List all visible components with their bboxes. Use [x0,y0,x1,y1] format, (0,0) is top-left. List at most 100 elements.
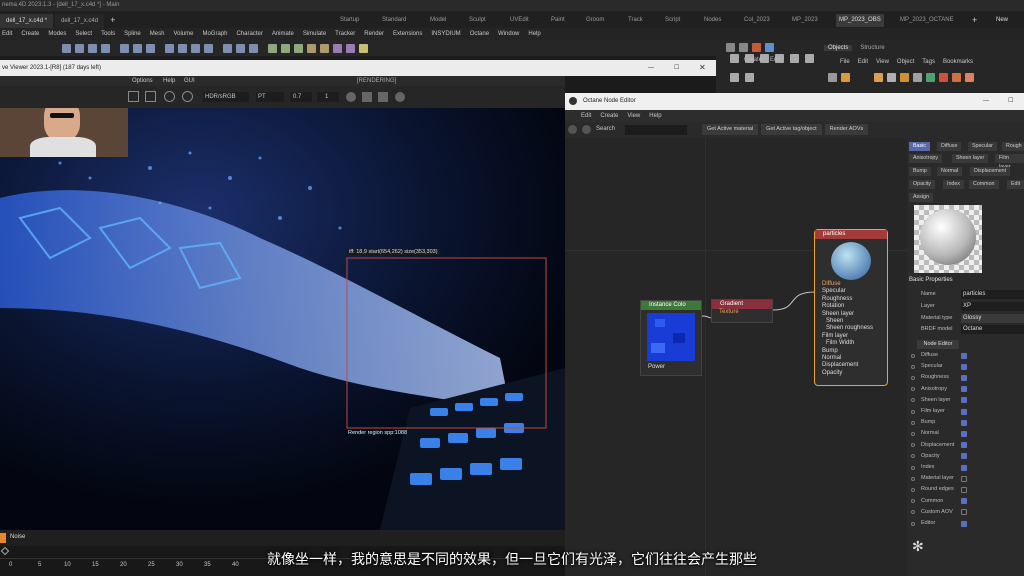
channel-checkbox[interactable] [961,352,967,359]
ne-maximize-icon[interactable]: ☐ [1008,93,1013,110]
axis-z-icon[interactable] [146,43,155,53]
cloner-icon[interactable] [307,43,316,53]
attr-tab-film-layer[interactable]: Film layer [995,154,1024,170]
bump-port[interactable]: Bump [815,348,887,355]
channel-checkbox[interactable] [961,386,967,393]
restart-icon[interactable] [362,92,372,102]
attr-tab-common[interactable]: Common [969,180,999,189]
menu-tools[interactable]: Tools [101,28,115,40]
menu-render[interactable]: Render [364,28,384,40]
layout-tab-track[interactable]: Track [628,14,643,27]
cube-icon[interactable] [268,43,277,53]
get-active-tag-button[interactable]: Get Active tag/object [761,124,822,135]
axis-y-icon[interactable] [133,43,142,53]
objects-menu-bookmarks[interactable]: Bookmarks [943,59,973,65]
attr-tab-diffuse[interactable]: Diffuse [937,142,962,151]
menu-select[interactable]: Select [75,28,92,40]
channel-radio[interactable] [911,487,915,492]
render-picture-icon[interactable] [236,43,245,53]
layout-tab-sculpt[interactable]: Sculpt [469,14,486,27]
menu-mograph[interactable]: MoGraph [202,28,227,40]
channel-radio[interactable] [911,353,915,358]
null-icon[interactable] [730,54,739,63]
channel-checkbox[interactable] [961,498,967,505]
ne-minimize-icon[interactable]: — [983,93,989,110]
channel-radio[interactable] [911,465,915,470]
ne-menu-view[interactable]: View [627,110,640,122]
channel-checkbox[interactable] [961,374,967,381]
node-editor-button[interactable]: Node Editor [917,340,959,349]
attr-tab-edit[interactable]: Edit [1007,180,1024,189]
menu-insydium[interactable]: INSYDIUM [431,28,460,40]
layout-tab-standard[interactable]: Standard [382,14,406,27]
layout-tab-nodes[interactable]: Nodes [704,14,721,27]
attr-tab-specular[interactable]: Specular [968,142,997,151]
lv-menu-help[interactable]: Help [163,78,175,84]
objects-menu-object[interactable]: Object [897,59,914,65]
home-icon[interactable] [828,72,837,82]
objects-menu-view[interactable]: View [876,59,889,65]
menu-simulate[interactable]: Simulate [303,28,326,40]
layout-tab-mp2023[interactable]: MP_2023 [792,14,818,27]
menu-character[interactable]: Character [236,28,262,40]
channel-checkbox[interactable] [961,408,967,415]
channel-checkbox[interactable] [961,363,967,370]
opacity-port[interactable]: Opacity [815,370,887,377]
pen-icon[interactable] [281,43,290,53]
scene-icon[interactable] [805,54,814,63]
attr-tab-basic[interactable]: Basic [909,142,930,151]
create-menu[interactable]: Create [744,57,762,63]
snapshot-icon[interactable] [378,92,388,102]
add-tab-icon[interactable]: + [110,15,115,25]
layout-tab-mp2023-octane[interactable]: MP_2023_OCTANE [900,14,954,27]
spray-icon[interactable] [887,72,896,82]
texture-icon[interactable] [790,54,799,63]
xp-cache-icon[interactable] [926,72,935,82]
material-type-select[interactable]: Glossy [961,314,1024,323]
ne-menu-edit[interactable]: Edit [581,110,591,122]
attr-tab-opacity[interactable]: Opacity [909,180,935,189]
sheen-roughness-port[interactable]: Sheen roughness [815,325,887,332]
xp-modifier-icon[interactable] [952,72,961,82]
close-icon[interactable]: ✕ [699,60,706,76]
objects-menu-file[interactable]: File [840,59,850,65]
menu-edit[interactable]: Edit [2,28,12,40]
layout-tab-startup[interactable]: Startup [340,14,359,27]
focus-picker-icon[interactable] [164,91,175,102]
xp-group-icon[interactable] [939,72,948,82]
select-tool-icon[interactable] [101,43,110,53]
normal-port[interactable]: Normal [815,355,887,362]
octane-live-icon[interactable] [765,43,774,52]
noise-tab[interactable]: Noise [10,534,25,540]
exposure-field[interactable]: 0.7 [290,92,312,102]
rotation-port[interactable]: Rotation [815,303,887,310]
channel-checkbox[interactable] [961,430,967,437]
channel-radio[interactable] [911,431,915,436]
get-active-material-button[interactable]: Get Active material [702,124,759,135]
fire-icon[interactable] [841,72,850,82]
pick-icon[interactable] [145,91,156,102]
specular-port[interactable]: Specular [815,288,887,295]
channel-checkbox[interactable] [961,419,967,426]
attr-tab-bump[interactable]: Bump [909,167,931,176]
layout-tab-new[interactable]: New Layouts [996,14,1024,36]
brdf-model-select[interactable]: Octane [961,325,1024,334]
attr-tab-assign[interactable]: Assign [909,193,933,202]
model-mode-icon[interactable] [165,43,174,53]
edit-menu[interactable]: Edit [770,57,780,63]
attr-tab-normal[interactable]: Normal [937,167,963,176]
deformer-icon[interactable] [320,43,329,53]
menu-window[interactable]: Window [498,28,519,40]
minimize-icon[interactable]: — [648,60,654,76]
channel-radio[interactable] [911,420,915,425]
objects-menu-edit[interactable]: Edit [858,59,868,65]
emitter-icon[interactable] [874,72,883,82]
displacement-port[interactable]: Displacement [815,362,887,369]
node-graph-canvas[interactable]: Instance Colo Power Gradient Texture par… [565,138,907,576]
attr-tab-anisotropy[interactable]: Anisotropy [909,154,943,163]
channel-radio[interactable] [911,364,915,369]
white-balance-icon[interactable] [182,91,193,102]
channel-checkbox[interactable] [961,509,967,516]
instance-color-node[interactable]: Instance Colo Power [640,300,702,376]
tab-objects[interactable]: Objects [824,45,853,51]
